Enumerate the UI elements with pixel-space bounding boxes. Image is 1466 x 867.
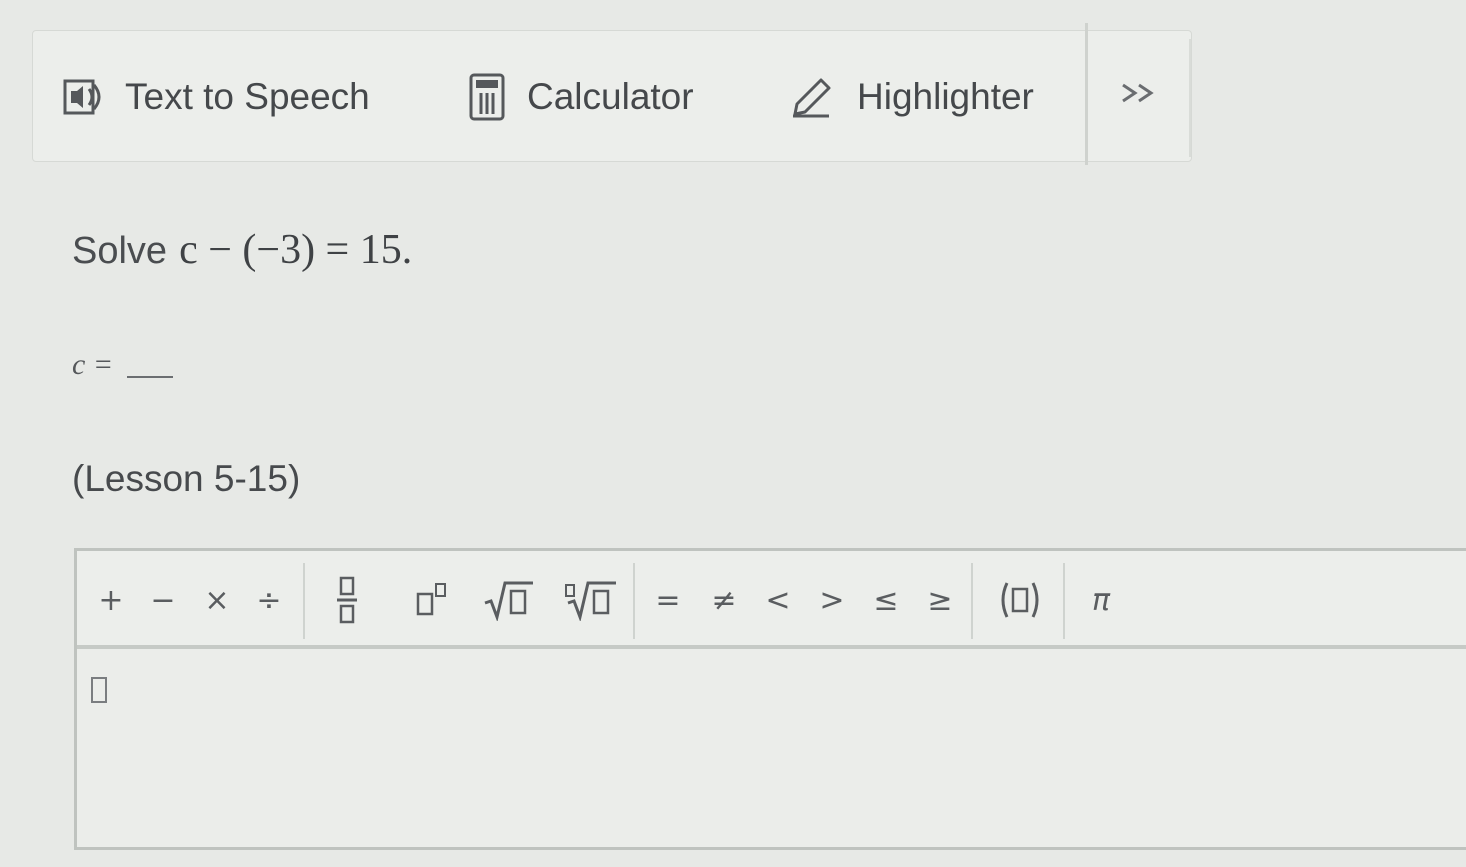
more-tools-button[interactable] (1113, 71, 1169, 115)
text-to-speech-label: Text to Speech (125, 76, 370, 117)
palette-divider (1063, 563, 1065, 639)
toolbar-divider (1189, 39, 1191, 157)
highlighter-button[interactable]: Highlighter (789, 31, 1034, 163)
calculator-label: Calculator (527, 76, 694, 117)
square-root-icon (484, 581, 533, 621)
palette-divider (303, 563, 305, 639)
exponent-icon (416, 583, 446, 616)
equals-key[interactable]: = (647, 569, 689, 631)
math-input-area[interactable] (77, 653, 1466, 847)
double-chevron-right-icon (1122, 83, 1154, 103)
answer-label: c = (72, 348, 114, 381)
nth-root-icon (565, 581, 616, 621)
input-placeholder-box (91, 677, 107, 703)
question-equation: c − (−3) = 15. (179, 227, 413, 273)
toolbar-divider (1085, 23, 1088, 165)
palette-divider (971, 563, 973, 639)
times-key[interactable]: × (197, 569, 237, 631)
not-equal-key[interactable]: ≠ (703, 569, 745, 631)
question-instruction: Solve (72, 230, 168, 272)
calculator-button[interactable]: Calculator (469, 31, 694, 163)
plus-key[interactable]: + (91, 569, 131, 631)
math-symbol-palette: + − × ÷ = ≠ < > ≤ ≥ π (77, 551, 1466, 649)
exponent-key[interactable] (409, 569, 459, 631)
pi-key[interactable]: π (1079, 569, 1123, 631)
less-equal-key[interactable]: ≤ (865, 569, 907, 631)
lesson-reference: (Lesson 5-15) (72, 458, 301, 499)
divide-key[interactable]: ÷ (249, 569, 289, 631)
text-to-speech-button[interactable]: Text to Speech (63, 31, 370, 163)
greater-equal-key[interactable]: ≥ (919, 569, 961, 631)
answer-blank[interactable] (127, 376, 174, 378)
palette-divider (633, 563, 635, 639)
less-than-key[interactable]: < (757, 569, 799, 631)
parentheses-icon (1001, 582, 1039, 618)
highlighter-label: Highlighter (857, 76, 1034, 117)
fraction-key[interactable] (325, 569, 369, 631)
calculator-icon (469, 73, 505, 121)
fraction-icon (337, 576, 357, 624)
square-root-key[interactable] (481, 569, 537, 631)
parentheses-key[interactable] (993, 569, 1047, 631)
accessibility-toolbar: Text to Speech Calculator Highlighter (32, 23, 1192, 165)
question-prompt: Solve c − (−3) = 15. (72, 226, 412, 274)
math-answer-editor: + − × ÷ = ≠ < > ≤ ≥ π (74, 548, 1466, 850)
minus-key[interactable]: − (143, 569, 183, 631)
greater-than-key[interactable]: > (811, 569, 853, 631)
highlighter-pen-icon (793, 78, 831, 118)
answer-line: c = (72, 348, 174, 382)
speaker-icon (63, 79, 101, 115)
nth-root-key[interactable] (563, 569, 619, 631)
